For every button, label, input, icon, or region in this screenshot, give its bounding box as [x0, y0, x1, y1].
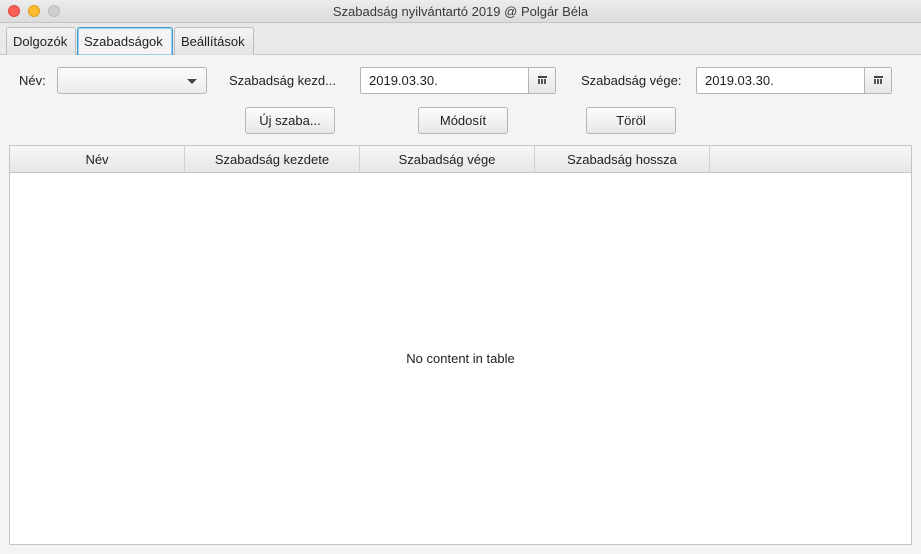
tab-szabadsagok[interactable]: Szabadságok [77, 27, 173, 55]
end-date-value: 2019.03.30. [705, 73, 774, 88]
column-header-nev[interactable]: Név [10, 146, 185, 172]
tab-dolgozok[interactable]: Dolgozók [6, 27, 76, 55]
table-header: Név Szabadság kezdete Szabadság vége Sza… [10, 146, 911, 173]
calendar-icon [538, 76, 547, 84]
start-date-value: 2019.03.30. [369, 73, 438, 88]
new-leave-button[interactable]: Új szaba... [245, 107, 335, 134]
name-label: Név: [19, 73, 46, 88]
start-date-calendar-button[interactable] [528, 68, 555, 93]
modify-button[interactable]: Módosít [418, 107, 508, 134]
window-title: Szabadság nyilvántartó 2019 @ Polgár Bél… [332, 4, 589, 19]
tab-beallitasok[interactable]: Beállítások [174, 27, 254, 55]
column-header-start[interactable]: Szabadság kezdete [185, 146, 360, 172]
window-titlebar: Szabadság nyilvántartó 2019 @ Polgár Bél… [0, 0, 921, 23]
end-date-picker[interactable]: 2019.03.30. [696, 67, 892, 94]
empty-table-placeholder: No content in table [406, 351, 515, 366]
column-header-length[interactable]: Szabadság hossza [535, 146, 710, 172]
end-date-calendar-button[interactable] [864, 68, 891, 93]
leave-table[interactable]: Név Szabadság kezdete Szabadság vége Sza… [9, 145, 912, 545]
column-header-end[interactable]: Szabadság vége [360, 146, 535, 172]
calendar-icon [874, 76, 883, 84]
end-date-label: Szabadság vége: [581, 73, 682, 88]
delete-button[interactable]: Töröl [586, 107, 676, 134]
tab-bar: Dolgozók Szabadságok Beállítások [0, 23, 921, 55]
start-date-label: Szabadság kezd... [229, 73, 336, 88]
start-date-picker[interactable]: 2019.03.30. [360, 67, 556, 94]
chevron-down-icon [187, 79, 197, 84]
name-combobox[interactable] [57, 67, 207, 94]
